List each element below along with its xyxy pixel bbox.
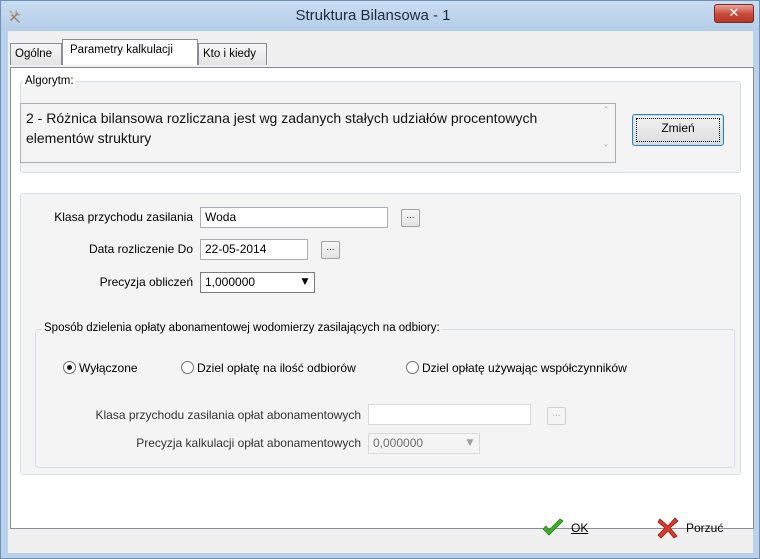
radio-dziel-wspolczynnikow[interactable]: Dziel opłatę używając współczynników	[406, 360, 666, 376]
precyzja-abonament-value: 0,000000	[373, 436, 424, 450]
ok-label: OK	[571, 521, 589, 535]
change-button-label: Zmień	[636, 118, 720, 142]
tab-parametry-kalkulacji[interactable]: Parametry kalkulacji	[62, 39, 198, 65]
radio-dziel-ilosc-odbiorow[interactable]: Dziel opłatę na ilość odbiorów	[181, 360, 381, 376]
klasa-abonament-label: Klasa przychodu zasilania opłat abonamen…	[95, 408, 362, 422]
cancel-label: Porzuć	[686, 521, 724, 535]
precyzja-label: Precyzja obliczeń	[99, 275, 193, 289]
data-rozliczenie-label: Data rozliczenie Do	[88, 242, 193, 256]
ok-button[interactable]: OK	[541, 514, 601, 542]
radio-indicator	[63, 361, 76, 374]
scroll-down-icon[interactable]: ˅	[599, 144, 613, 155]
title-bar[interactable]: Struktura Bilansowa - 1 ✕	[1, 1, 759, 31]
tab-ogolne[interactable]: Ogólne	[10, 43, 62, 65]
radio-indicator	[406, 361, 419, 374]
close-icon: ✕	[728, 6, 740, 21]
cancel-button[interactable]: Porzuć	[656, 514, 736, 542]
klasa-przychodu-field[interactable]: Woda	[200, 207, 388, 228]
klasa-przychodu-browse-button[interactable]: ...	[401, 209, 420, 227]
abonament-legend: Sposób dzielenia opłaty abonamentowej wo…	[42, 322, 442, 334]
window-title: Struktura Bilansowa - 1	[295, 7, 451, 24]
data-rozliczenie-field[interactable]: 22-05-2014	[200, 239, 308, 260]
scroll-up-icon[interactable]: ˄	[599, 106, 613, 117]
tab-label: Ogólne	[15, 48, 53, 60]
klasa-abonament-field[interactable]	[368, 404, 531, 425]
dialog-window: Struktura Bilansowa - 1 ✕ Ogólne Paramet…	[0, 0, 760, 559]
radio-wylaczone[interactable]: Wyłączone	[63, 360, 163, 376]
date-picker-button[interactable]: ...	[321, 241, 340, 259]
algorithm-legend: Algorytm:	[23, 75, 76, 87]
algorithm-textbox[interactable]: 2 - Różnica bilansowa rozliczana jest wg…	[20, 103, 616, 163]
klasa-przychodu-label: Klasa przychodu zasilania	[54, 210, 193, 224]
klasa-abonament-browse-button[interactable]: ...	[547, 407, 566, 425]
algorithm-text: 2 - Różnica bilansowa rozliczana jest wg…	[26, 110, 538, 146]
precyzja-abonament-select[interactable]: 0,000000 ▼	[368, 433, 480, 454]
tab-kto-i-kiedy[interactable]: Kto i kiedy	[198, 43, 267, 65]
precyzja-value: 1,000000	[205, 275, 256, 289]
checkmark-icon	[542, 518, 564, 536]
dropdown-arrow-icon[interactable]: ▼	[297, 274, 313, 291]
tab-label: Kto i kiedy	[203, 48, 257, 60]
radio-label: Dziel opłatę używając współczynników	[422, 361, 627, 375]
precyzja-abonament-label: Precyzja kalkulacji opłat abonamentowych	[136, 436, 361, 450]
dropdown-arrow-icon[interactable]: ▼	[462, 435, 478, 452]
tab-label: Parametry kalkulacji	[70, 44, 173, 56]
x-cross-icon	[657, 517, 679, 539]
radio-label: Wyłączone	[79, 361, 138, 375]
radio-label: Dziel opłatę na ilość odbiorów	[197, 361, 356, 375]
change-algorithm-button[interactable]: Zmień	[632, 114, 724, 146]
radio-indicator	[181, 361, 194, 374]
close-button[interactable]: ✕	[714, 4, 754, 23]
precyzja-select[interactable]: 1,000000 ▼	[200, 272, 315, 293]
